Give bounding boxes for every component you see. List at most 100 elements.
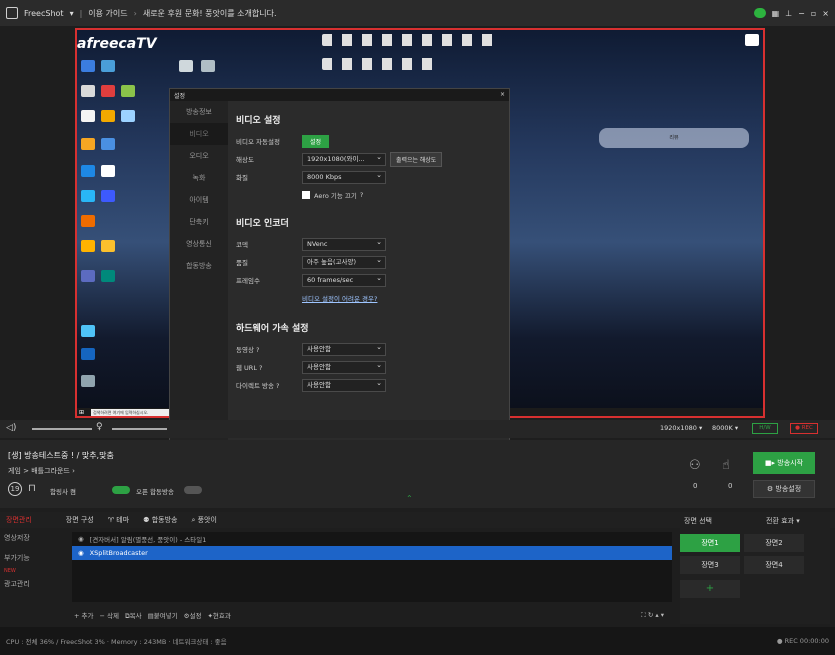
nav-item[interactable]: 아이템 [170,189,228,211]
resolution-dropdown[interactable]: 1920x1080 ▾ [660,424,702,432]
tab-theme[interactable]: ♈ 테마 [108,515,129,525]
hw-web-select[interactable]: 사용안함 [302,360,386,374]
list-item[interactable]: ◉ XSplitBroadcaster [72,546,672,560]
output-resolution-button[interactable]: 출력으는 해상도 [390,151,443,167]
speaker-icon[interactable]: ◁) [6,423,16,433]
list-item[interactable]: ◉ [견자버서] 알림(별풍선, 풍앗이) - 스타일1 [72,532,672,546]
people-icon: ⚉ [143,516,150,524]
nav-video[interactable]: 비디오 [170,123,228,145]
desktop-icon [121,110,135,122]
scene-button-2[interactable]: 장면2 [744,534,804,552]
close-icon[interactable]: × [500,91,505,99]
transition-dropdown[interactable]: 전환 효과 ▾ [766,516,800,526]
windows-start-icon: ⊞ [79,409,85,416]
volume-slider[interactable] [32,428,92,430]
tab-scene-manage[interactable]: 장면관리 [6,515,32,525]
side-item-addons[interactable]: 부가기능 [0,548,70,568]
resolution-select[interactable]: 1920x1080(와이... [302,152,386,166]
hw-direct-label: 다이렉트 방송 ? [236,382,280,390]
side-item-ads[interactable]: NEW 광고관리 [0,568,70,588]
scene-button-4[interactable]: 장면4 [744,556,804,574]
desktop-icon [101,190,115,202]
side-item-video-save[interactable]: 영상저장 [0,528,70,548]
desktop-icon [101,60,115,72]
desktop-icon [101,240,115,252]
broadcast-settings-button[interactable]: ⚙ 방송설정 [753,480,815,498]
notice-text[interactable]: 새로운 후원 문화! 풍앗이를 소개합니다. [143,8,277,19]
scene-button-1[interactable]: 장면1 [680,534,740,552]
desktop-icon [81,85,95,97]
tab-scene-config[interactable]: 장면 구성 [66,515,94,525]
nav-joint-broadcast[interactable]: 합동방송 [170,255,228,277]
mic-slider[interactable] [112,428,167,430]
expand-icon[interactable]: ⌃ [406,494,413,503]
scene-button-3[interactable]: 장면3 [680,556,740,574]
settings-button[interactable]: ⚙설정 [184,610,202,620]
codec-select[interactable]: NVenc [302,237,386,251]
desktop-icon [81,190,95,202]
video-help-link[interactable]: 비디오 설정이 어려운 경우? [302,293,377,303]
desktop-icon [81,110,95,122]
auto-setting-button[interactable]: 설정 [302,134,330,148]
title-bar: FreecShot ▾ | 이용 가이드 › 새로운 후원 문화! 풍앗이를 소… [0,0,835,26]
tab-poongat[interactable]: ⌕ 풍앗이 [191,515,216,525]
nav-hotkey[interactable]: 단축키 [170,211,228,233]
search-icon: ⌕ [191,516,196,524]
add-button[interactable]: + 추가 [74,610,93,620]
start-broadcast-button[interactable]: ■▸ 방송시작 [753,452,815,474]
copy-button[interactable]: ⧉복사 [125,610,142,621]
nav-audio[interactable]: 오디오 [170,145,228,167]
bitrate-select[interactable]: 8000 Kbps [302,170,386,184]
desktop-icon [101,110,115,122]
tab-joint[interactable]: ⚉ 합동방송 [143,515,177,525]
microphone-icon[interactable]: ♀ [96,422,103,432]
nav-record[interactable]: 녹화 [170,167,228,189]
maximize-icon[interactable]: ▫ [811,9,816,18]
pin-icon[interactable]: ⊥ [785,9,792,18]
bitrate-dropdown[interactable]: 8000K ▾ [712,424,738,432]
fps-label: 프레임수 [236,277,260,285]
close-icon[interactable]: × [822,9,829,18]
minimize-icon[interactable]: − [798,9,805,18]
nav-video-call[interactable]: 영상통신 [170,233,228,255]
resolution-label: 해상도 [236,156,254,164]
aero-checkbox[interactable] [302,191,310,199]
delete-button[interactable]: − 삭제 [99,610,118,620]
desktop-icon [81,240,95,252]
desktop-icon [101,138,115,150]
encoder-section-title: 비디오 인코더 [236,219,289,229]
taskbar-search: 검색하려면 여기에 입력하십시오. [91,409,173,416]
hw-web-label: 웹 URL ? [236,364,263,372]
nav-broadcast-info[interactable]: 방송정보 [170,101,228,123]
chevron-down-icon[interactable]: ▾ [70,9,74,18]
open-joint-toggle[interactable] [184,486,202,494]
effect-button[interactable]: ✦현효과 [207,610,230,620]
help-icon: ? [276,382,280,390]
restrict-toggle[interactable] [112,486,130,494]
fps-select[interactable]: 60 frames/sec [302,273,386,287]
hw-direct-select[interactable]: 사용안함 [302,378,386,392]
desktop-icon [179,60,193,72]
desktop-icon [81,215,95,227]
popup-window: 리뷰 [599,128,749,148]
app-menu[interactable]: FreecShot [24,9,64,18]
hw-video-select[interactable]: 사용안함 [302,342,386,356]
category-breadcrumb[interactable]: 게임 > 배틀그라운드 › [8,466,75,476]
desktop-icon [745,34,759,46]
add-scene-button[interactable]: + [680,580,740,598]
list-controls[interactable]: ⛶ ↻ ▴ ▾ [641,611,664,620]
lock-icon[interactable]: ⊓ [28,483,36,494]
control-bar: ◁) ♀ 1920x1080 ▾ 8000K ▾ H/W ● REC [0,420,835,438]
grid-icon[interactable]: ▦ [772,9,780,18]
age-limit-badge[interactable]: 19 [8,482,22,496]
quality-select[interactable]: 아주 높음(고사양) [302,255,386,269]
broadcast-title[interactable]: [생] 방송테스트중 ! / 맞추,맞춤 [8,450,114,461]
gear-icon: ⚙ [766,485,774,493]
help-icon[interactable]: ? [360,191,363,199]
paste-button[interactable]: ▤붙여넣기 [148,610,178,620]
source-toolbar: + 추가 − 삭제 ⧉복사 ▤붙여넣기 ⚙설정 ✦현효과 ⛶ ↻ ▴ ▾ [72,608,672,622]
desktop-icon-row [322,58,442,70]
chat-icon[interactable] [753,8,766,18]
rec-badge[interactable]: ● REC [790,423,818,434]
guide-link[interactable]: 이용 가이드 [88,8,127,19]
